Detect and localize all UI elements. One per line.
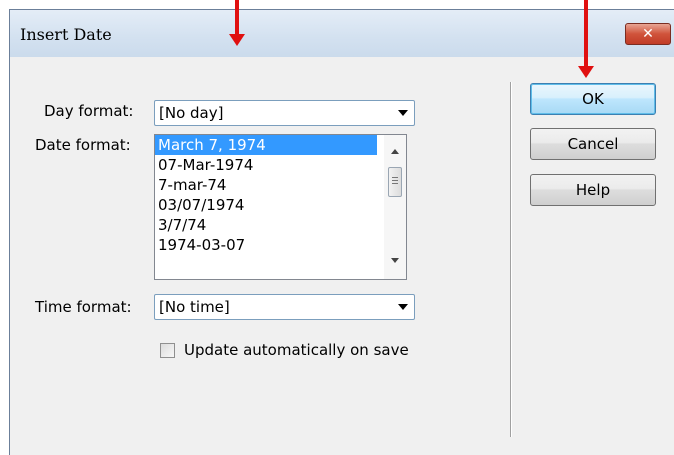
list-scrollbar[interactable] — [384, 135, 406, 279]
update-automatically-label[interactable]: Update automatically on save — [184, 341, 409, 359]
list-item[interactable]: 7-mar-74 — [155, 175, 377, 195]
list-item[interactable]: 3/7/74 — [155, 215, 377, 235]
separator — [510, 82, 512, 437]
annotation-arrow-title — [235, 0, 239, 36]
annotation-arrowhead-ok — [578, 66, 594, 78]
annotation-arrowhead-title — [229, 34, 245, 46]
window-title: Insert Date — [20, 25, 112, 44]
ok-button[interactable]: OK — [530, 83, 656, 115]
time-format-dropdown[interactable]: [No time] — [154, 294, 415, 320]
time-format-value: [No time] — [159, 298, 230, 316]
date-format-list[interactable]: March 7, 1974 07-Mar-1974 7-mar-74 03/07/19… — [154, 134, 407, 280]
date-format-label: Date format: — [35, 136, 131, 154]
title-bar[interactable]: Insert Date ✕ — [10, 10, 674, 57]
close-button[interactable]: ✕ — [625, 23, 671, 45]
chevron-down-icon — [398, 110, 408, 116]
scroll-down-icon[interactable] — [391, 258, 399, 263]
scroll-thumb[interactable] — [388, 167, 402, 197]
list-item[interactable]: March 7, 1974 — [155, 135, 377, 155]
close-icon: ✕ — [642, 26, 654, 42]
scroll-up-icon[interactable] — [391, 149, 399, 154]
insert-date-dialog: Insert Date ✕ Day format: [No day] Date … — [9, 9, 674, 455]
day-format-dropdown[interactable]: [No day] — [154, 100, 415, 126]
dialog-body: Day format: [No day] Date format: March … — [10, 57, 674, 455]
day-format-label: Day format: — [44, 102, 134, 120]
day-format-value: [No day] — [159, 104, 224, 122]
chevron-down-icon — [398, 304, 408, 310]
update-automatically-checkbox[interactable] — [160, 343, 175, 358]
time-format-label: Time format: — [35, 298, 132, 316]
list-item[interactable]: 1974-03-07 — [155, 235, 377, 255]
annotation-arrow-ok — [584, 0, 588, 68]
cancel-button[interactable]: Cancel — [530, 128, 656, 160]
list-item[interactable]: 03/07/1974 — [155, 195, 377, 215]
help-button[interactable]: Help — [530, 174, 656, 206]
list-item[interactable]: 07-Mar-1974 — [155, 155, 377, 175]
